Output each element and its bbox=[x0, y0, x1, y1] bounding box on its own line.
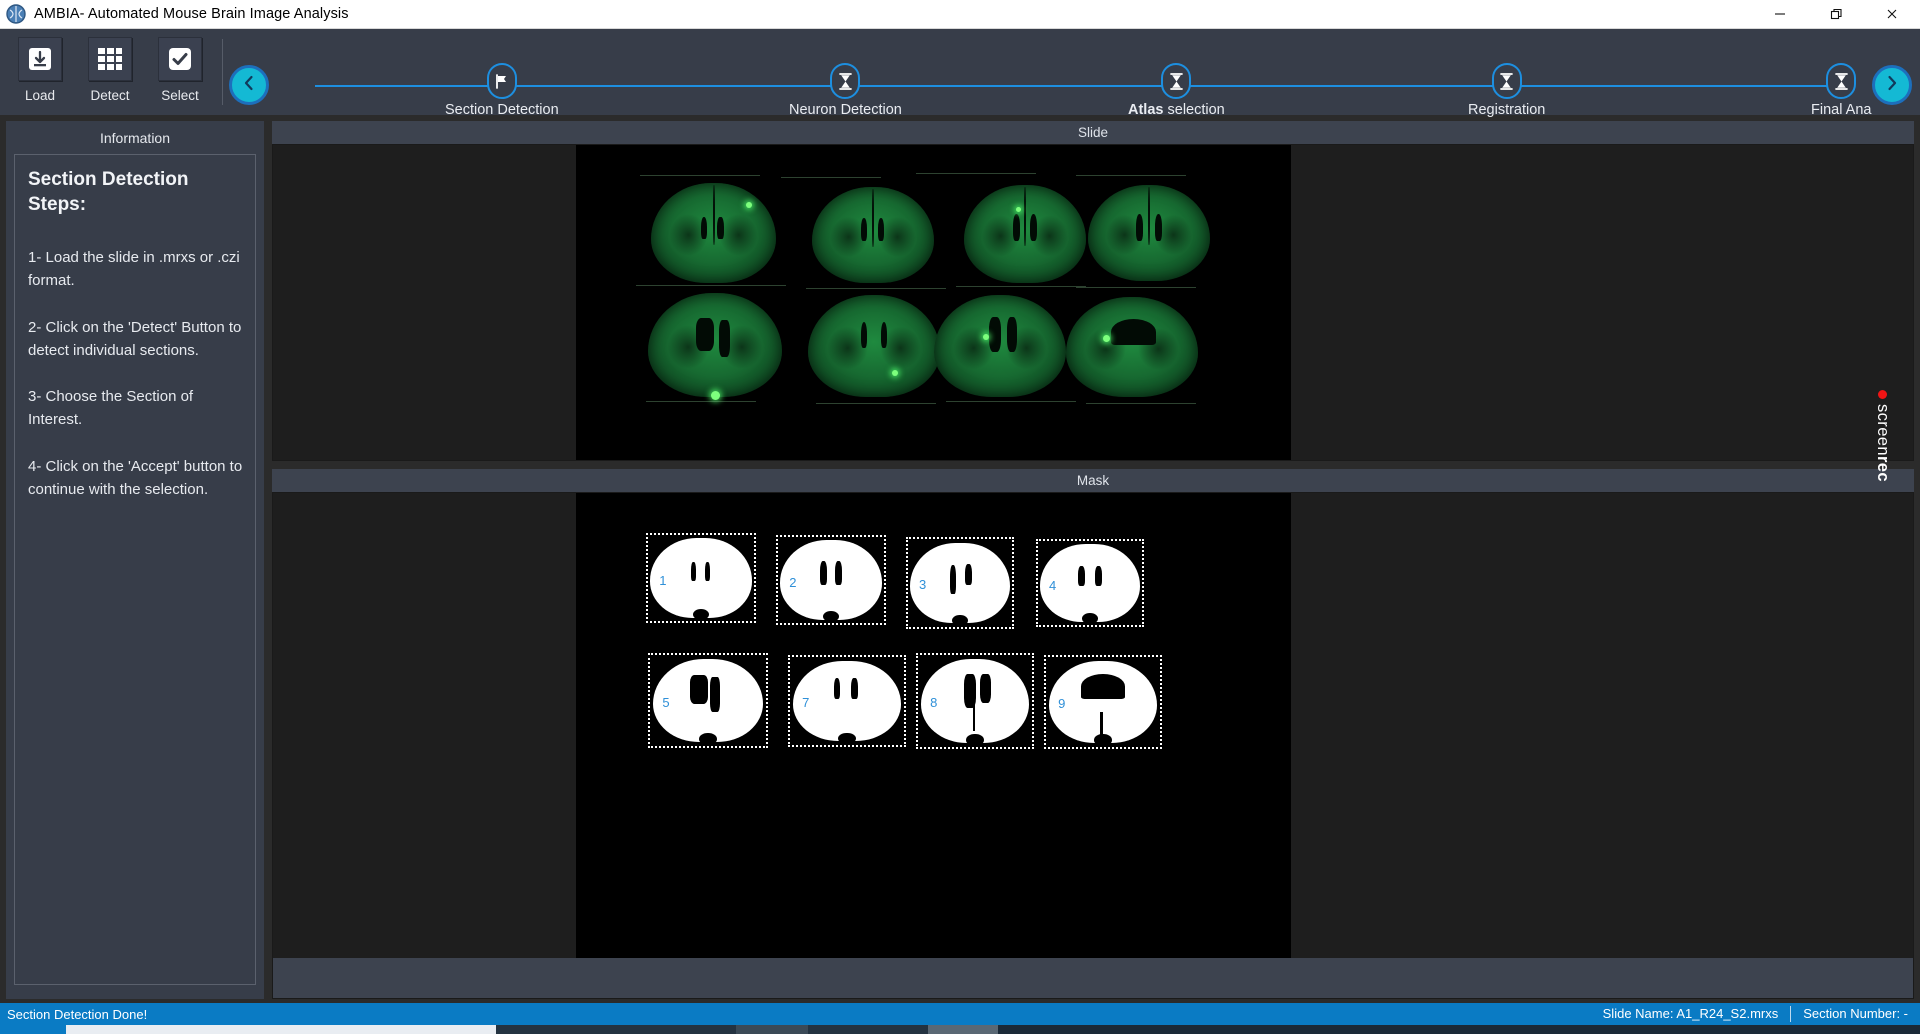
check-icon bbox=[158, 37, 202, 81]
slide-section bbox=[1066, 297, 1198, 397]
information-title: Section Detection Steps: bbox=[28, 169, 189, 216]
mask-section-number: 4 bbox=[1048, 577, 1057, 593]
slide-viewer-header: Slide bbox=[272, 121, 1914, 144]
slide-image-region[interactable] bbox=[576, 145, 1291, 460]
mask-section[interactable]: 8 bbox=[916, 653, 1034, 749]
mask-section-number: 1 bbox=[659, 572, 667, 588]
window-controls bbox=[1752, 0, 1920, 28]
detect-button-label: Detect bbox=[90, 88, 130, 103]
section-number-status: Section Number: - bbox=[1790, 1006, 1920, 1022]
status-right-group: Slide Name: A1_R24_S2.mrxs Section Numbe… bbox=[1591, 1003, 1920, 1025]
mask-section-number: 3 bbox=[918, 577, 927, 593]
information-panel: Information Section Detection Steps: 1- … bbox=[6, 121, 264, 999]
previous-step-button[interactable] bbox=[229, 65, 269, 105]
step-registration[interactable]: Registration bbox=[1468, 63, 1545, 118]
slide-canvas[interactable] bbox=[272, 144, 1914, 461]
mask-section[interactable]: 2 bbox=[776, 535, 886, 625]
information-step: 2- Click on the 'Detect' Button to detec… bbox=[28, 318, 242, 359]
step-label: Section Detection bbox=[445, 102, 559, 118]
download-icon bbox=[18, 37, 62, 81]
step-label: Neuron Detection bbox=[789, 102, 902, 118]
load-button-label: Load bbox=[24, 88, 56, 103]
slide-section bbox=[808, 295, 940, 397]
status-message: Section Detection Done! bbox=[7, 1006, 148, 1022]
workflow-stepper: Section Detection Neuron Detection Atlas… bbox=[223, 29, 1920, 118]
taskbar-active-window[interactable] bbox=[66, 1025, 496, 1034]
title-bar: AMBIA- Automated Mouse Brain Image Analy… bbox=[0, 0, 1920, 29]
mask-image-region[interactable]: 1 2 3 4 5 7 8 9 bbox=[576, 493, 1291, 998]
taskbar-segment[interactable] bbox=[496, 1025, 736, 1034]
step-label-rest: selection bbox=[1167, 102, 1225, 118]
taskbar-segment[interactable] bbox=[808, 1025, 928, 1034]
information-step: 4- Click on the 'Accept' button to conti… bbox=[28, 457, 243, 498]
information-text-box: Section Detection Steps: 1- Load the sli… bbox=[14, 154, 256, 985]
mask-section[interactable]: 1 bbox=[646, 533, 756, 623]
slide-section bbox=[1088, 185, 1210, 281]
mask-section[interactable]: 3 bbox=[906, 537, 1014, 629]
step-label: Final Ana bbox=[1811, 102, 1872, 118]
brain-icon bbox=[6, 4, 26, 24]
load-button[interactable]: Load bbox=[14, 37, 66, 103]
flag-icon bbox=[486, 63, 517, 99]
chevron-left-icon bbox=[240, 74, 258, 97]
slide-section bbox=[812, 187, 934, 283]
next-step-button[interactable] bbox=[1872, 65, 1912, 105]
tool-button-group: Load Detect Select bbox=[0, 29, 206, 115]
minimize-icon[interactable] bbox=[1752, 0, 1808, 28]
step-neuron-detection[interactable]: Neuron Detection bbox=[789, 63, 902, 118]
hourglass-icon bbox=[1826, 63, 1857, 99]
close-icon[interactable] bbox=[1864, 0, 1920, 28]
status-bar: Section Detection Done! Slide Name: A1_R… bbox=[0, 1003, 1920, 1025]
mask-section[interactable]: 4 bbox=[1036, 539, 1144, 627]
viewer-gap bbox=[272, 461, 1914, 469]
mask-section-number: 2 bbox=[789, 574, 797, 590]
mask-toolbar-strip bbox=[273, 958, 1913, 998]
slide-section bbox=[648, 293, 782, 400]
slide-name-status: Slide Name: A1_R24_S2.mrxs bbox=[1602, 1006, 1779, 1022]
step-label: Atlas selection bbox=[1128, 102, 1225, 118]
mask-viewer: Mask 1 2 3 4 5 7 8 9 bbox=[272, 469, 1914, 999]
mask-section-number: 9 bbox=[1058, 696, 1066, 712]
step-label-bold: Atlas bbox=[1128, 102, 1164, 118]
hourglass-icon bbox=[1491, 63, 1522, 99]
mask-viewer-header: Mask bbox=[272, 469, 1914, 492]
viewer-area: Slide Mask 1 2 3 4 5 7 8 9 bbox=[272, 121, 1914, 999]
slide-section bbox=[934, 295, 1066, 397]
slide-section bbox=[651, 183, 776, 283]
mask-section-number: 5 bbox=[662, 694, 670, 710]
information-panel-header: Information bbox=[99, 130, 171, 146]
select-button-label: Select bbox=[161, 88, 199, 103]
main-content: Information Section Detection Steps: 1- … bbox=[0, 115, 1920, 999]
taskbar-segment bbox=[0, 1025, 66, 1034]
step-label: Registration bbox=[1468, 102, 1546, 118]
grid-icon bbox=[88, 37, 132, 81]
mask-section[interactable]: 5 bbox=[648, 653, 768, 748]
information-step: 3- Choose the Section of Interest. bbox=[28, 388, 194, 429]
mask-section-number: 8 bbox=[930, 695, 938, 711]
restore-icon[interactable] bbox=[1808, 0, 1864, 28]
taskbar-segment[interactable] bbox=[928, 1025, 998, 1034]
window-title: AMBIA- Automated Mouse Brain Image Analy… bbox=[34, 6, 349, 22]
toolbar: Load Detect Select Section Detection Neu… bbox=[0, 29, 1920, 118]
step-section-detection[interactable]: Section Detection bbox=[445, 63, 559, 118]
select-button[interactable]: Select bbox=[154, 37, 206, 103]
os-taskbar bbox=[0, 1025, 1920, 1034]
step-final-analysis[interactable]: Final Ana bbox=[1811, 63, 1871, 118]
information-step: 1- Load the slide in .mrxs or .czi forma… bbox=[28, 249, 240, 289]
mask-section[interactable]: 9 bbox=[1044, 655, 1162, 749]
taskbar-segment[interactable] bbox=[736, 1025, 808, 1034]
hourglass-icon bbox=[1161, 63, 1192, 99]
mask-section-number: 7 bbox=[802, 695, 810, 711]
mask-canvas[interactable]: 1 2 3 4 5 7 8 9 bbox=[272, 492, 1914, 999]
slide-viewer: Slide bbox=[272, 121, 1914, 461]
step-atlas-selection[interactable]: Atlas selection bbox=[1128, 63, 1225, 118]
mask-section[interactable]: 7 bbox=[788, 655, 906, 747]
slide-section bbox=[964, 185, 1086, 283]
hourglass-icon bbox=[830, 63, 861, 99]
detect-button[interactable]: Detect bbox=[84, 37, 136, 103]
chevron-right-icon bbox=[1883, 74, 1901, 97]
